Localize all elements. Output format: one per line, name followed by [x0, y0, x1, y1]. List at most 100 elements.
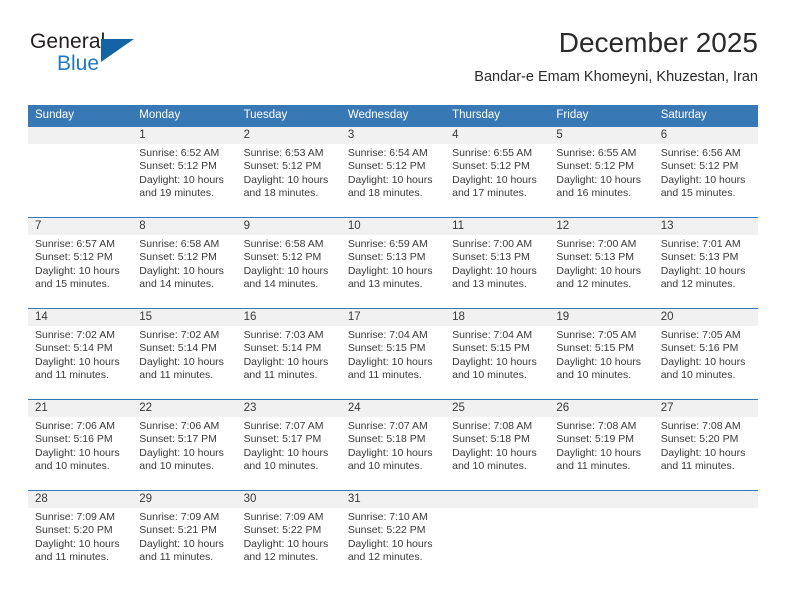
calendar-day-cell[interactable]: 24 Sunrise: 7:07 AM Sunset: 5:18 PM Dayligh…: [340, 399, 446, 491]
calendar-day-cell[interactable]: 23 Sunrise: 7:07 AM Sunset: 5:17 PM Dayligh…: [236, 399, 341, 491]
day-daylight-line1-text: Daylight: 10 hours: [347, 355, 433, 368]
day-sunset-text: Sunset: 5:13 PM: [660, 251, 739, 264]
calendar-day-cell[interactable]: 26 Sunrise: 7:08 AM Sunset: 5:19 PM Dayligh…: [549, 399, 654, 491]
day-cell-inner: 7 Sunrise: 6:57 AM Sunset: 5:12 PM Daylight…: [28, 218, 133, 308]
day-daylight-line1-text: Daylight: 10 hours: [139, 173, 224, 186]
day-sun-info: Sunrise: 7:07 AM Sunset: 5:18 PM Daylight:…: [341, 417, 445, 474]
calendar-day-cell[interactable]: 5 Sunrise: 6:55 AM Sunset: 5:12 PM Daylight…: [549, 127, 654, 218]
day-cell-inner: 23 Sunrise: 7:07 AM Sunset: 5:17 PM Dayligh…: [236, 400, 341, 490]
day-sunset-text: Sunset: 5:20 PM: [35, 524, 113, 537]
day-daylight-line2-text: and 10 minutes.: [556, 369, 632, 382]
calendar-week-row: 1 Sunrise: 6:52 AM Sunset: 5:12 PM Daylight…: [28, 127, 758, 218]
day-sunset-text: Sunset: 5:18 PM: [347, 433, 426, 446]
day-number: 29: [132, 491, 237, 508]
day-daylight-line2-text: and 10 minutes.: [35, 460, 110, 473]
calendar-day-cell[interactable]: 29 Sunrise: 7:09 AM Sunset: 5:21 PM Dayligh…: [132, 490, 237, 581]
calendar-day-cell[interactable]: 31 Sunrise: 7:10 AM Sunset: 5:22 PM Dayligh…: [340, 490, 446, 581]
day-number: 26: [549, 400, 654, 417]
day-sun-info: Sunrise: 6:53 AM Sunset: 5:12 PM Daylight:…: [237, 144, 341, 201]
day-number: 30: [236, 491, 341, 508]
general-blue-logo[interactable]: General Blue: [30, 30, 145, 80]
calendar-day-cell[interactable]: 10 Sunrise: 6:59 AM Sunset: 5:13 PM Dayligh…: [340, 217, 446, 309]
day-number: 3: [340, 127, 446, 144]
page-title: December 2025: [558, 27, 758, 58]
calendar-day-cell[interactable]: 11 Sunrise: 7:00 AM Sunset: 5:13 PM Dayligh…: [445, 217, 550, 309]
day-sunset-text: Sunset: 5:14 PM: [243, 342, 322, 355]
calendar-day-cell[interactable]: 6 Sunrise: 6:56 AM Sunset: 5:12 PM Daylight…: [653, 127, 758, 218]
calendar-day-cell[interactable]: 3 Sunrise: 6:54 AM Sunset: 5:12 PM Daylight…: [340, 127, 446, 218]
day-cell-inner: 1 Sunrise: 6:52 AM Sunset: 5:12 PM Daylight…: [132, 127, 237, 217]
calendar-day-cell-empty: [28, 127, 133, 218]
logo-text-blue: Blue: [57, 52, 100, 75]
calendar-day-cell[interactable]: 12 Sunrise: 7:00 AM Sunset: 5:13 PM Dayligh…: [549, 217, 654, 309]
day-cell-inner: [549, 491, 654, 581]
day-sunrise-text: Sunrise: 7:07 AM: [243, 420, 324, 432]
day-cell-inner: 3 Sunrise: 6:54 AM Sunset: 5:12 PM Daylight…: [340, 127, 446, 217]
calendar-day-cell[interactable]: 19 Sunrise: 7:05 AM Sunset: 5:15 PM Dayligh…: [549, 308, 654, 400]
day-cell-inner: [445, 491, 550, 581]
calendar-header-row: Sunday Monday Tuesday Wednesday Thursday Frid…: [28, 105, 758, 127]
calendar-day-cell[interactable]: 14 Sunrise: 7:02 AM Sunset: 5:14 PM Dayligh…: [28, 308, 133, 400]
calendar-day-cell[interactable]: 25 Sunrise: 7:08 AM Sunset: 5:18 PM Dayligh…: [445, 399, 550, 491]
calendar-day-cell[interactable]: 20 Sunrise: 7:05 AM Sunset: 5:16 PM Dayligh…: [653, 308, 758, 400]
calendar-day-cell[interactable]: 18 Sunrise: 7:04 AM Sunset: 5:15 PM Dayligh…: [445, 308, 550, 400]
day-sun-info: Sunrise: 7:04 AM Sunset: 5:15 PM Daylight:…: [445, 326, 549, 383]
calendar-day-cell[interactable]: 7 Sunrise: 6:57 AM Sunset: 5:12 PM Daylight…: [28, 217, 133, 309]
day-sunset-text: Sunset: 5:22 PM: [347, 524, 426, 537]
day-sunrise-text: Sunrise: 6:55 AM: [452, 147, 533, 159]
calendar-day-cell-empty: [445, 490, 550, 581]
calendar-day-cell[interactable]: 16 Sunrise: 7:03 AM Sunset: 5:14 PM Dayligh…: [236, 308, 341, 400]
calendar-day-cell[interactable]: 17 Sunrise: 7:04 AM Sunset: 5:15 PM Dayligh…: [340, 308, 446, 400]
calendar-day-cell[interactable]: 21 Sunrise: 7:06 AM Sunset: 5:16 PM Dayligh…: [28, 399, 133, 491]
day-daylight-line2-text: and 11 minutes.: [660, 460, 735, 473]
weekday-header-monday: Monday: [132, 105, 237, 127]
day-cell-inner: 31 Sunrise: 7:10 AM Sunset: 5:22 PM Dayligh…: [340, 491, 446, 581]
day-daylight-line1-text: Daylight: 10 hours: [452, 446, 537, 459]
day-sun-info: Sunrise: 7:06 AM Sunset: 5:17 PM Daylight:…: [132, 417, 236, 474]
day-daylight-line2-text: and 12 minutes.: [556, 278, 632, 291]
day-sunrise-text: Sunrise: 7:07 AM: [347, 420, 428, 432]
calendar-day-cell[interactable]: 8 Sunrise: 6:58 AM Sunset: 5:12 PM Daylight…: [132, 217, 237, 309]
day-sunrise-text: Sunrise: 6:57 AM: [35, 238, 115, 250]
calendar-day-cell[interactable]: 27 Sunrise: 7:08 AM Sunset: 5:20 PM Dayligh…: [653, 399, 758, 491]
calendar-day-cell[interactable]: 9 Sunrise: 6:58 AM Sunset: 5:12 PM Daylight…: [236, 217, 341, 309]
day-number: 11: [445, 218, 550, 235]
calendar-page: General Blue December 2025 Bandar-e Emam…: [0, 0, 792, 612]
day-sunrise-text: Sunrise: 7:09 AM: [243, 511, 324, 523]
day-number: 16: [236, 309, 341, 326]
calendar-day-cell[interactable]: 15 Sunrise: 7:02 AM Sunset: 5:14 PM Dayligh…: [132, 308, 237, 400]
calendar-day-cell[interactable]: 30 Sunrise: 7:09 AM Sunset: 5:22 PM Dayligh…: [236, 490, 341, 581]
day-number: [549, 491, 654, 508]
day-sunset-text: Sunset: 5:12 PM: [243, 251, 322, 264]
calendar-day-cell[interactable]: 13 Sunrise: 7:01 AM Sunset: 5:13 PM Dayligh…: [653, 217, 758, 309]
calendar-day-cell[interactable]: 1 Sunrise: 6:52 AM Sunset: 5:12 PM Daylight…: [132, 127, 237, 218]
day-sun-info: Sunrise: 7:07 AM Sunset: 5:17 PM Daylight:…: [237, 417, 341, 474]
calendar-day-cell[interactable]: 2 Sunrise: 6:53 AM Sunset: 5:12 PM Daylight…: [236, 127, 341, 218]
day-daylight-line2-text: and 12 minutes.: [660, 278, 736, 291]
day-cell-inner: 29 Sunrise: 7:09 AM Sunset: 5:21 PM Dayligh…: [132, 491, 237, 581]
calendar-day-cell[interactable]: 22 Sunrise: 7:06 AM Sunset: 5:17 PM Dayligh…: [132, 399, 237, 491]
day-daylight-line1-text: Daylight: 10 hours: [347, 537, 433, 550]
day-sunrise-text: Sunrise: 7:06 AM: [35, 420, 115, 432]
day-sunrise-text: Sunrise: 7:02 AM: [139, 329, 220, 341]
day-number: 9: [236, 218, 341, 235]
day-number: 2: [236, 127, 341, 144]
day-sun-info: Sunrise: 7:05 AM Sunset: 5:15 PM Daylight:…: [549, 326, 653, 383]
day-number: 15: [132, 309, 237, 326]
day-daylight-line2-text: and 18 minutes.: [243, 187, 319, 200]
calendar-day-cell[interactable]: 28 Sunrise: 7:09 AM Sunset: 5:20 PM Dayligh…: [28, 490, 133, 581]
day-daylight-line1-text: Daylight: 10 hours: [556, 264, 642, 277]
day-sunrise-text: Sunrise: 6:58 AM: [243, 238, 324, 250]
page-subtitle: Bandar-e Emam Khomeyni, Khuzestan, Iran: [474, 69, 758, 85]
day-cell-inner: 4 Sunrise: 6:55 AM Sunset: 5:12 PM Daylight…: [445, 127, 550, 217]
day-number: 10: [340, 218, 446, 235]
day-sunset-text: Sunset: 5:12 PM: [556, 160, 635, 173]
calendar-day-cell[interactable]: 4 Sunrise: 6:55 AM Sunset: 5:12 PM Daylight…: [445, 127, 550, 218]
day-daylight-line1-text: Daylight: 10 hours: [660, 446, 746, 459]
day-daylight-line1-text: Daylight: 10 hours: [452, 173, 537, 186]
day-cell-inner: 5 Sunrise: 6:55 AM Sunset: 5:12 PM Daylight…: [549, 127, 654, 217]
day-sun-info: Sunrise: 7:09 AM Sunset: 5:20 PM Daylight:…: [28, 508, 132, 565]
day-sunrise-text: Sunrise: 7:06 AM: [139, 420, 220, 432]
day-daylight-line1-text: Daylight: 10 hours: [243, 264, 329, 277]
day-sun-info: Sunrise: 6:58 AM Sunset: 5:12 PM Daylight:…: [237, 235, 341, 292]
